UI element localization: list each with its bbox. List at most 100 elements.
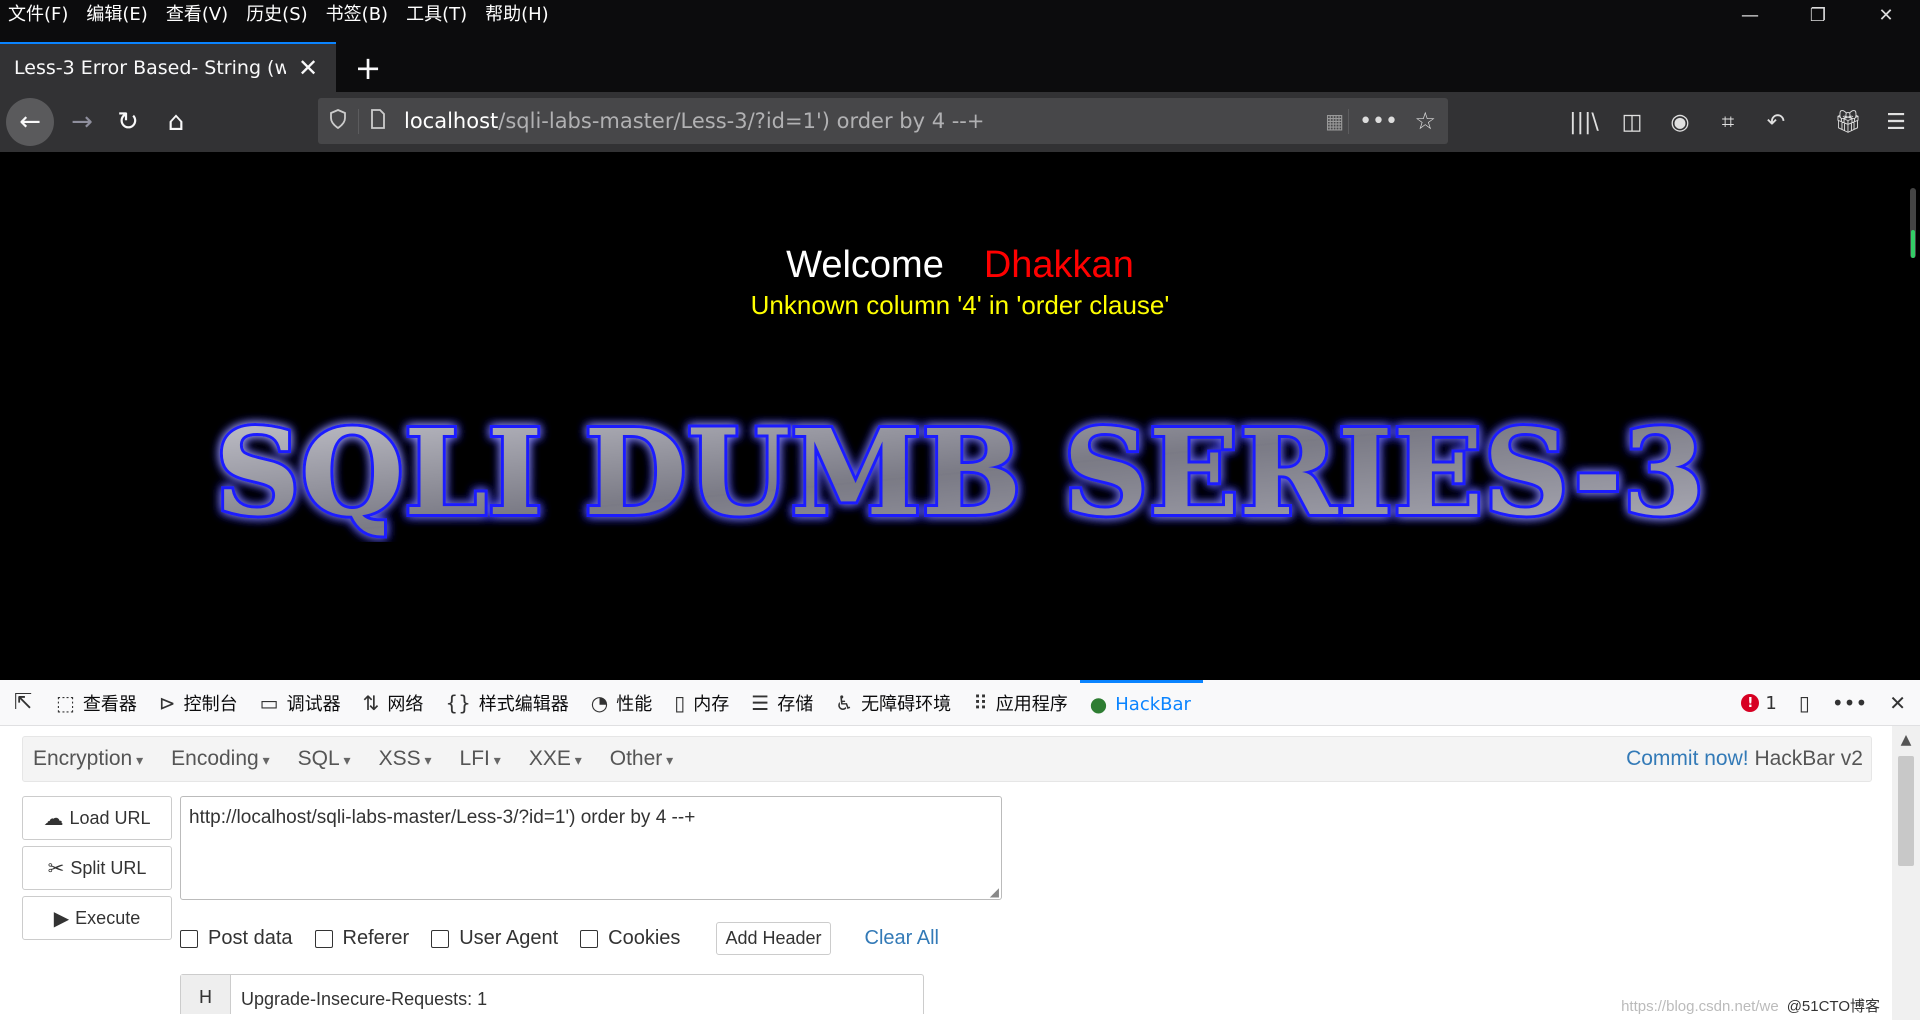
restore-button[interactable]: ❐ <box>1784 0 1852 30</box>
menu-view[interactable]: 查看(V) <box>166 2 228 28</box>
checkbox-box[interactable] <box>580 929 599 948</box>
menu-edit[interactable]: 编辑(E) <box>86 2 147 28</box>
devtools-scrollbar[interactable]: ▲ <box>1892 726 1920 1020</box>
application-icon: ⠿ <box>973 690 988 715</box>
tab-application[interactable]: ⠿ 应用程序 <box>963 680 1080 726</box>
checkbox-box[interactable] <box>431 929 450 948</box>
gift-icon[interactable]: 🎁︎ <box>1824 98 1872 146</box>
checkbox-box[interactable] <box>180 929 198 948</box>
menu-file[interactable]: 文件(F) <box>8 2 68 28</box>
tab-label: 调试器 <box>286 693 341 715</box>
forward-button[interactable]: → <box>58 98 106 146</box>
qr-code-icon[interactable]: ▦ <box>1325 109 1344 133</box>
menu-help[interactable]: 帮助(H) <box>485 2 549 28</box>
tab-console[interactable]: ⊳ 控制台 <box>149 680 250 726</box>
url-host: localhost <box>404 109 499 133</box>
menu-encoding[interactable]: Encoding <box>161 747 280 771</box>
tab-storage[interactable]: ☰ 存储 <box>741 680 825 726</box>
page-scrollbar[interactable] <box>1910 188 1916 258</box>
back-button[interactable]: ← <box>6 98 54 146</box>
post-data-checkbox[interactable]: Post data <box>180 927 293 950</box>
tab-debugger[interactable]: ▭ 调试器 <box>250 680 353 726</box>
browser-tab[interactable]: Less-3 Error Based- String (with ✕ <box>0 42 336 92</box>
home-button[interactable]: ⌂ <box>152 98 200 146</box>
tab-memory[interactable]: ▯ 内存 <box>664 680 741 726</box>
scroll-thumb[interactable] <box>1898 756 1914 866</box>
library-icon[interactable]: |||\ <box>1560 98 1608 146</box>
banner-text: SQLI DUMB SERIES-3 <box>215 403 1705 542</box>
menu-history[interactable]: 历史(S) <box>246 2 307 28</box>
checkbox-label: Referer <box>342 927 410 949</box>
tab-performance[interactable]: ◔ 性能 <box>581 680 664 726</box>
close-window-button[interactable]: ✕ <box>1852 0 1920 30</box>
menu-xxe[interactable]: XXE <box>519 747 592 771</box>
url-textarea-value: http://localhost/sqli-labs-master/Less-3… <box>189 807 696 828</box>
header-key: H <box>181 975 231 1014</box>
tab-strip: Less-3 Error Based- String (with ✕ + <box>0 30 1920 92</box>
sql-error-message: Unknown column '4' in 'order clause' <box>750 290 1170 320</box>
load-url-button[interactable]: ☁ Load URL <box>22 796 172 840</box>
tab-accessibility[interactable]: ♿ 无障碍环境 <box>825 680 963 726</box>
page-info-icon[interactable] <box>358 108 396 134</box>
hackbar-body: Encryption Encoding SQL XSS LFI XXE Othe… <box>0 726 1892 1020</box>
page-actions-icon[interactable]: ••• <box>1348 108 1398 134</box>
tab-inspector[interactable]: ⬚ 查看器 <box>46 680 149 726</box>
tab-label: 应用程序 <box>995 693 1068 715</box>
minimize-button[interactable]: — <box>1716 0 1784 30</box>
account-icon[interactable]: ◉ <box>1656 98 1704 146</box>
menu-encryption[interactable]: Encryption <box>23 747 153 771</box>
tab-style-editor[interactable]: {} 样式编辑器 <box>435 680 580 726</box>
commit-info: Commit now! HackBar v2 <box>1626 747 1863 771</box>
clear-all-link[interactable]: Clear All <box>865 927 939 950</box>
title-bar: 文件(F) 编辑(E) 查看(V) 历史(S) 书签(B) 工具(T) 帮助(H… <box>0 0 1920 30</box>
memory-icon: ▯ <box>674 690 686 715</box>
resize-grip-icon[interactable]: ◢ <box>990 885 999 899</box>
menu-other[interactable]: Other <box>600 747 683 771</box>
undo-icon[interactable]: ↶ <box>1752 98 1800 146</box>
referer-checkbox[interactable]: Referer <box>314 927 410 950</box>
sidebar-icon[interactable]: ◫ <box>1608 98 1656 146</box>
new-tab-button[interactable]: + <box>348 48 388 88</box>
add-header-button[interactable]: Add Header <box>716 922 831 955</box>
user-agent-checkbox[interactable]: User Agent <box>431 927 558 950</box>
execute-button[interactable]: ▶ Execute <box>22 896 172 940</box>
tab-hackbar[interactable]: ● HackBar <box>1079 679 1203 726</box>
bookmark-star-icon[interactable]: ☆ <box>1414 107 1436 135</box>
hackbar-options: Post data Referer User Agent Cookies Add… <box>180 922 939 955</box>
hamburger-menu-icon[interactable]: ☰ <box>1872 98 1920 146</box>
menu-xss[interactable]: XSS <box>369 747 442 771</box>
welcome-line: Welcome Dhakkan <box>0 244 1920 287</box>
commit-link[interactable]: Commit now! <box>1626 747 1749 770</box>
watermark-brand: @51CTO博客 <box>1786 998 1880 1015</box>
devtools-close-icon[interactable]: ✕ <box>1889 691 1906 715</box>
header-value[interactable]: Upgrade-Insecure-Requests: 1 <box>231 975 497 1014</box>
tab-close-icon[interactable]: ✕ <box>298 54 318 82</box>
tab-label: 无障碍环境 <box>861 693 952 715</box>
error-badge[interactable]: ! 1 <box>1741 693 1777 714</box>
screenshot-icon[interactable]: ⌗ <box>1704 98 1752 146</box>
devtools-more-icon[interactable]: ••• <box>1832 691 1867 715</box>
menu-lfi[interactable]: LFI <box>450 747 511 771</box>
tab-network[interactable]: ⇅ 网络 <box>353 680 436 726</box>
watermark: https://blog.csdn.net/we @51CTO博客 <box>1621 995 1880 1016</box>
menu-tools[interactable]: 工具(T) <box>406 2 467 28</box>
element-picker-icon[interactable]: ⇱ <box>0 690 46 715</box>
welcome-name: Dhakkan <box>983 244 1134 286</box>
split-url-button[interactable]: ✂ Split URL <box>22 846 172 890</box>
reload-button[interactable]: ↻ <box>104 98 152 146</box>
url-text[interactable]: localhost/sqli-labs-master/Less-3/?id=1'… <box>404 109 985 133</box>
tracking-shield-icon[interactable] <box>318 108 358 134</box>
scroll-up-icon[interactable]: ▲ <box>1892 726 1920 748</box>
checkbox-box[interactable] <box>314 929 333 948</box>
window-controls: — ❐ ✕ <box>1716 0 1920 30</box>
url-bar[interactable]: localhost/sqli-labs-master/Less-3/?id=1'… <box>318 98 1448 144</box>
url-textarea[interactable]: http://localhost/sqli-labs-master/Less-3… <box>180 796 1002 900</box>
url-path: /sqli-labs-master/Less-3/?id=1') order b… <box>498 109 985 133</box>
menu-bookmarks[interactable]: 书签(B) <box>326 2 388 28</box>
cookies-checkbox[interactable]: Cookies <box>580 927 680 950</box>
watermark-url: https://blog.csdn.net/we <box>1621 998 1779 1015</box>
menu-sql[interactable]: SQL <box>288 747 361 771</box>
responsive-design-icon[interactable]: ▯ <box>1799 691 1810 715</box>
storage-icon: ☰ <box>751 690 770 715</box>
tab-label: 内存 <box>693 693 730 715</box>
